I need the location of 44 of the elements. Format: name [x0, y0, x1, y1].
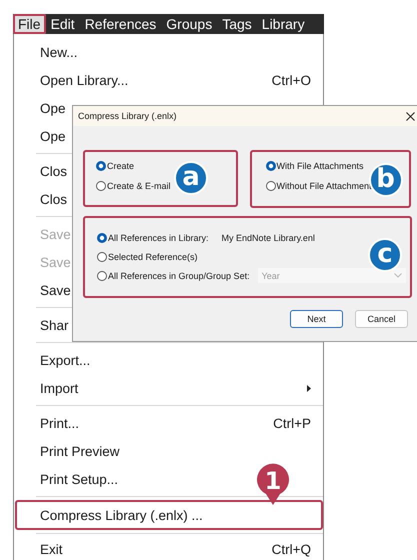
menu-item[interactable]: Print Preview	[15, 437, 124, 465]
menu-item[interactable]: New...	[15, 38, 82, 66]
menu-bar-item[interactable]: Tags	[217, 14, 257, 34]
dialog-title: Compress Library (.enlx)	[78, 111, 178, 121]
menu-item[interactable]: Print... Ctrl+P	[15, 409, 322, 437]
option-label: All References in Group/Group Set:	[108, 270, 250, 280]
menu-item[interactable]: Save	[15, 276, 75, 304]
menu-bar-item[interactable]: Edit	[46, 14, 80, 34]
radio-button[interactable]	[96, 180, 106, 190]
menu-item[interactable]: Export...	[15, 346, 94, 374]
radio-button[interactable]	[266, 180, 276, 190]
option-label: Selected Reference(s)	[108, 252, 198, 262]
radio-button[interactable]	[97, 270, 107, 280]
menu-bar-item[interactable]: File	[13, 14, 46, 34]
menu-item[interactable]: Shar	[15, 311, 73, 339]
radio-button[interactable]	[266, 160, 276, 170]
menu-bar-item[interactable]: Groups	[161, 14, 218, 34]
option-label: All References in Library:	[108, 232, 209, 242]
menu-item[interactable]: Import	[15, 374, 322, 402]
menu-item[interactable]: Exit Ctrl+Q	[15, 537, 322, 560]
next-button[interactable]: Next	[290, 310, 343, 328]
menu-item[interactable]: Ope	[15, 122, 70, 150]
chevron-icon	[394, 273, 402, 278]
radio-button[interactable]	[96, 160, 106, 170]
radio-button[interactable]	[97, 252, 107, 262]
radio-button[interactable]	[97, 232, 107, 242]
option-label: Without File Attachment	[276, 180, 372, 190]
callout-badge: a	[174, 161, 208, 195]
menu-bar-item[interactable]: References	[80, 14, 162, 34]
menu-item[interactable]: Clos	[15, 185, 72, 213]
library-name: My EndNote Library.enl	[222, 232, 315, 242]
option-label: Create & E-mail	[107, 180, 171, 190]
menu-item[interactable]: Open Library... Ctrl+O	[15, 66, 322, 94]
close-icon[interactable]	[406, 112, 415, 120]
menu-bar-item[interactable]: Library	[256, 14, 310, 34]
option-label: With File Attachments	[276, 160, 364, 170]
option-label: Create	[107, 160, 134, 170]
cancel-button[interactable]: Cancel	[355, 310, 408, 328]
menu-item[interactable]: Clos	[15, 157, 72, 185]
menu-item[interactable]: Compress Library (.enlx) ...	[15, 500, 323, 530]
callout-badge: c	[368, 238, 402, 272]
menu-item[interactable]: Print Setup...	[15, 465, 122, 493]
menu-item[interactable]: Ope	[15, 94, 70, 122]
callout-badge: 1	[256, 462, 290, 506]
